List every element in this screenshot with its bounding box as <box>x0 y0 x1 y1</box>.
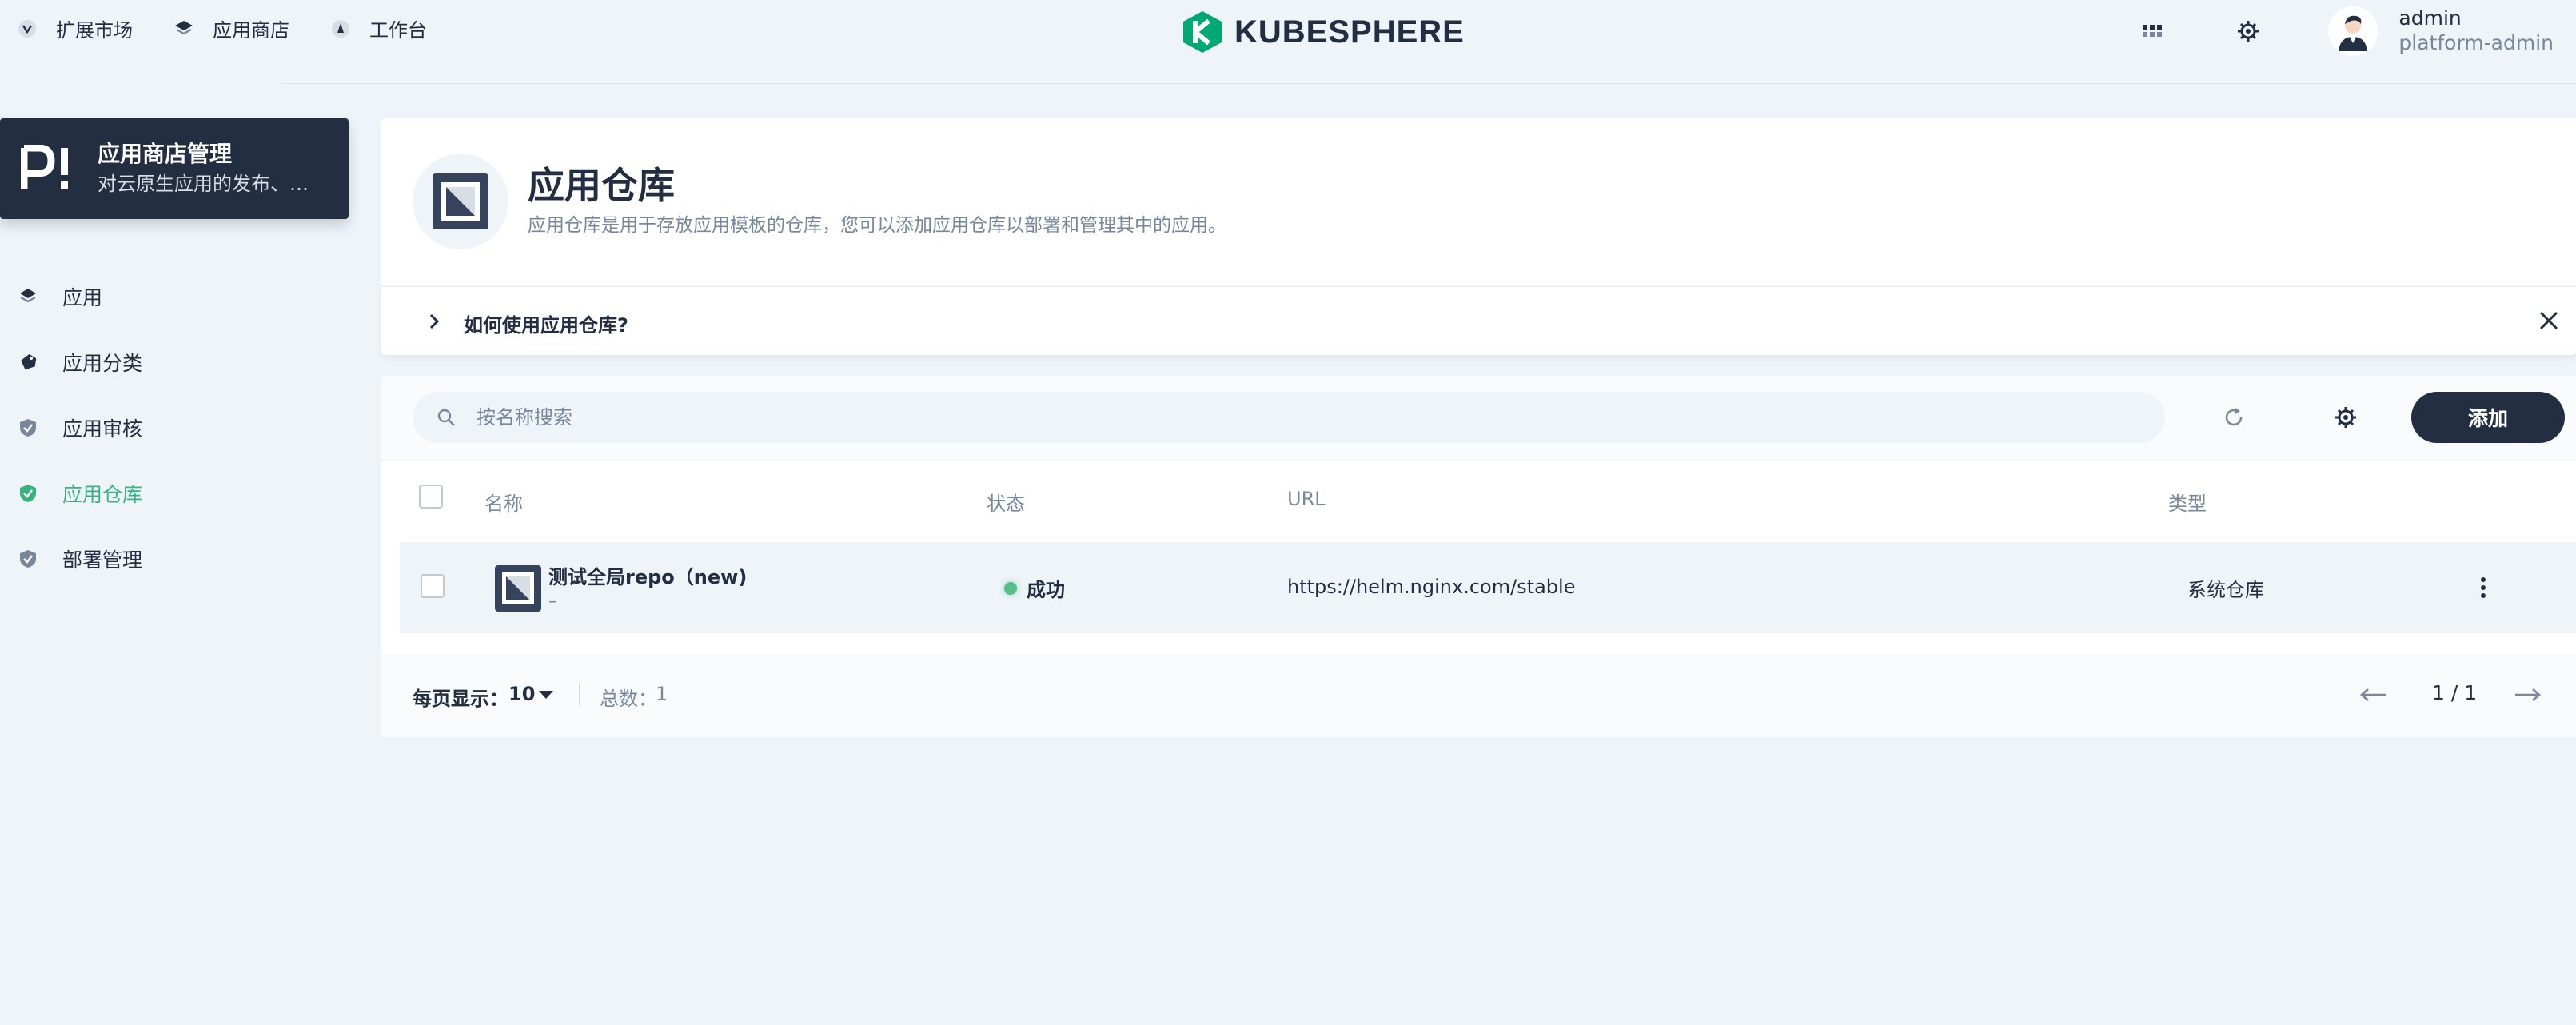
page-title: 应用仓库 <box>528 164 675 207</box>
repo-url: https://helm.nginx.com/stable <box>1287 576 1576 598</box>
repo-type: 系统仓库 <box>2187 579 2264 601</box>
repo-shield-icon <box>18 483 38 504</box>
extension-market-icon <box>16 18 38 40</box>
top-right-actions: admin platform-admin <box>2136 6 2554 56</box>
tag-icon <box>18 352 38 373</box>
search-icon <box>435 406 457 429</box>
workspace-card[interactable]: 应用商店管理 对云原生应用的发布、… <box>0 118 349 219</box>
topnav-workbench[interactable]: 工作台 <box>329 14 427 42</box>
app-icon <box>18 286 38 307</box>
repo-name-link[interactable]: 测试全局repo（new) <box>548 561 747 589</box>
table-toolbar: 添加 <box>381 376 2576 461</box>
repo-table-panel: 添加 名称 状态 URL 类型 测试全局repo（new) – 成功 https… <box>381 376 2576 737</box>
sidebar-item-apps[interactable]: 应用 <box>18 264 142 329</box>
kubesphere-logo-icon <box>1183 11 1222 53</box>
status-success-dot <box>1004 582 1017 595</box>
workspace-card-description: 对云原生应用的发布、… <box>98 173 309 195</box>
search-input[interactable] <box>477 406 1996 429</box>
topnav-app-store[interactable]: 应用商店 <box>173 14 289 42</box>
page-indicator: 1 / 1 <box>2432 681 2478 704</box>
gear-icon[interactable] <box>2232 15 2264 47</box>
sidebar-item-label: 应用仓库 <box>62 483 143 506</box>
sidebar-item-deployments[interactable]: 部署管理 <box>18 526 142 592</box>
sidebar-item-label: 应用审核 <box>62 417 143 441</box>
add-repo-button[interactable]: 添加 <box>2411 392 2565 443</box>
column-header-type[interactable]: 类型 <box>2168 488 2207 516</box>
repo-icon <box>495 565 541 612</box>
app-store-management-logo <box>21 143 72 194</box>
sidebar-item-repos[interactable]: 应用仓库 <box>18 461 142 526</box>
user-role: platform-admin <box>2399 31 2554 54</box>
per-page-select[interactable]: 10 <box>508 683 535 705</box>
workbench-icon <box>329 18 352 40</box>
topbar-divider <box>280 83 2576 84</box>
column-header-url[interactable]: URL <box>1287 488 1326 510</box>
side-menu: 应用 应用分类 应用审核 应用仓库 部署管理 <box>18 264 142 592</box>
top-bar: 扩展市场 应用商店 工作台 KUBESPHERE admin platform-… <box>0 0 2576 64</box>
user-info[interactable]: admin platform-admin <box>2399 6 2554 56</box>
howto-collapse[interactable]: 如何使用应用仓库? <box>381 286 2576 355</box>
topnav-label: 应用商店 <box>213 19 289 42</box>
sidebar-item-label: 应用分类 <box>62 352 143 375</box>
select-all-checkbox[interactable] <box>419 485 443 509</box>
per-page-label: 每页显示： <box>413 688 508 710</box>
apps-grid-icon[interactable] <box>2136 15 2168 47</box>
deploy-shield-icon <box>18 548 38 569</box>
topnav-label: 扩展市场 <box>56 19 133 42</box>
arrow-left-icon[interactable] <box>2357 683 2389 707</box>
top-nav: 扩展市场 应用商店 工作台 <box>16 14 467 42</box>
table-row[interactable]: 测试全局repo（new) – 成功 https://helm.nginx.co… <box>400 542 2576 633</box>
workspace-card-text: 应用商店管理 对云原生应用的发布、… <box>98 139 329 198</box>
sidebar-item-categories[interactable]: 应用分类 <box>18 329 142 395</box>
table-header: 名称 状态 URL 类型 <box>381 461 2576 537</box>
total-label: 总数： <box>600 688 657 710</box>
more-actions-icon[interactable] <box>2474 572 2493 603</box>
pagination: 每页显示： 10 总数： 1 1 / 1 <box>381 654 2576 737</box>
app-store-icon <box>173 18 195 40</box>
kubesphere-logo[interactable]: KUBESPHERE <box>1182 10 1465 54</box>
topnav-extension-market[interactable]: 扩展市场 <box>16 14 133 42</box>
chevron-right-icon <box>429 313 440 329</box>
howto-label: 如何使用应用仓库? <box>464 314 628 337</box>
arrow-right-icon[interactable] <box>2512 683 2544 707</box>
close-icon[interactable] <box>2534 306 2563 335</box>
page-description: 应用仓库是用于存放应用模板的仓库，您可以添加应用仓库以部署和管理其中的应用。 <box>528 215 1226 236</box>
logo-text: KUBESPHERE <box>1234 14 1465 50</box>
review-shield-icon <box>18 417 38 438</box>
row-checkbox[interactable] <box>421 574 445 598</box>
page-banner: 应用仓库 应用仓库是用于存放应用模板的仓库，您可以添加应用仓库以部署和管理其中的… <box>381 118 2576 286</box>
user-name: admin <box>2399 6 2462 30</box>
repo-description: – <box>548 592 557 612</box>
search-box[interactable] <box>413 392 2165 443</box>
sidebar-item-label: 应用 <box>62 286 103 309</box>
caret-down-icon[interactable] <box>539 691 553 699</box>
avatar[interactable] <box>2328 6 2379 56</box>
settings-icon[interactable] <box>2331 403 2360 432</box>
topnav-label: 工作台 <box>369 19 427 42</box>
total-count: 1 <box>656 683 668 705</box>
repo-banner-icon <box>413 154 508 249</box>
sidebar-item-label: 部署管理 <box>62 548 143 572</box>
refresh-icon[interactable] <box>2219 403 2248 432</box>
column-header-status[interactable]: 状态 <box>987 488 1025 516</box>
column-header-name[interactable]: 名称 <box>484 488 523 516</box>
status-badge: 成功 <box>1027 579 1065 601</box>
workspace-card-title: 应用商店管理 <box>98 141 233 167</box>
sidebar-item-review[interactable]: 应用审核 <box>18 395 142 461</box>
pagination-divider <box>579 683 580 705</box>
